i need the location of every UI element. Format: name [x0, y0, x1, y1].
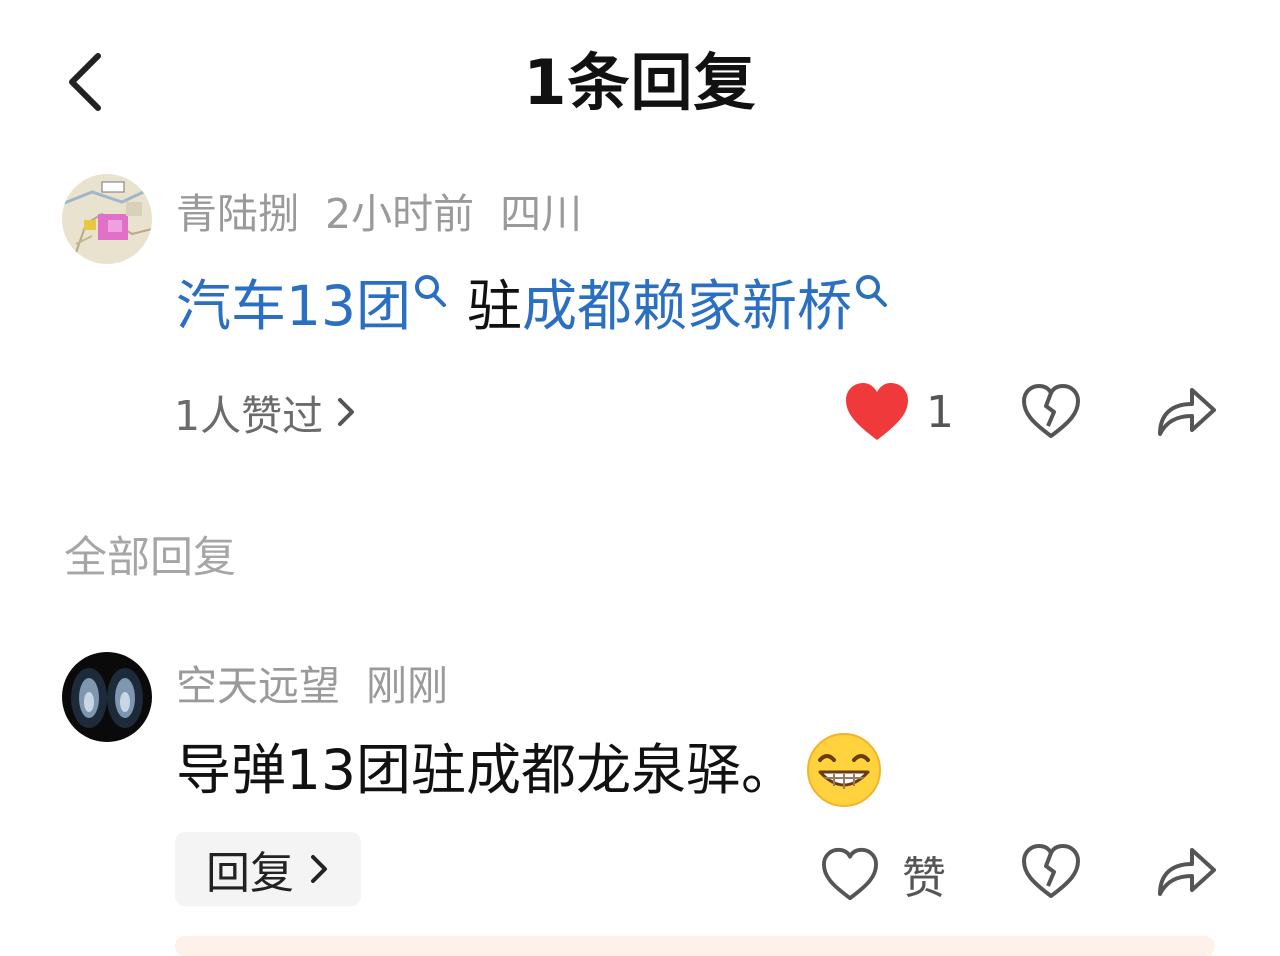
broken-heart-icon — [1022, 844, 1080, 898]
likes-summary-text: 1人赞过 — [174, 392, 324, 440]
dislike-button[interactable] — [1020, 382, 1082, 440]
reply-dislike-button[interactable] — [1020, 842, 1082, 900]
comment-username[interactable]: 青陆捌 — [176, 190, 299, 238]
like-count: 1 — [926, 386, 954, 438]
heart-outline-icon — [822, 847, 878, 901]
reply-share-button[interactable] — [1154, 842, 1218, 900]
reply-text-line: 导弹13团驻成都龙泉驿。 — [176, 730, 886, 810]
comment-text: 汽车13团 驻成都赖家新桥 — [176, 266, 890, 346]
reply-time: 刚刚 — [366, 662, 448, 710]
chevron-right-icon — [311, 855, 327, 883]
share-icon — [1158, 848, 1216, 896]
reply-avatar[interactable] — [62, 652, 152, 742]
share-button[interactable] — [1154, 382, 1218, 440]
reply-button[interactable]: 回复 — [175, 832, 361, 906]
chevron-right-icon — [338, 398, 355, 426]
reply-username[interactable]: 空天远望 — [176, 662, 340, 710]
search-icon — [856, 275, 888, 307]
reply-like-label: 赞 — [902, 853, 946, 904]
comment-meta: 青陆捌 2小时前 四川 — [176, 186, 608, 242]
heart-filled-icon — [846, 383, 908, 440]
reply-input-bar-edge — [175, 936, 1215, 956]
reply-like-button[interactable]: 赞 — [820, 842, 946, 906]
like-button[interactable]: 1 — [842, 380, 954, 444]
search-icon — [415, 275, 446, 307]
share-icon — [1158, 388, 1216, 436]
reply-meta: 空天远望 刚刚 — [176, 658, 474, 714]
comment-location: 四川 — [500, 190, 583, 238]
tunnel-avatar-image — [62, 652, 152, 742]
all-replies-label: 全部回复 — [64, 533, 236, 583]
likes-summary-link[interactable]: 1人赞过 — [174, 382, 357, 442]
map-avatar-image — [62, 174, 152, 264]
page-title: 1条回复 — [523, 46, 757, 119]
topic-link-2[interactable]: 成都赖家新桥 — [522, 274, 852, 338]
topic-link-1[interactable]: 汽车13团 — [176, 274, 411, 338]
reply-button-label: 回复 — [206, 848, 294, 899]
reply-text: 导弹13团驻成都龙泉驿。 — [176, 738, 796, 802]
comment-plain-text: 驻 — [467, 274, 523, 338]
comment-time: 2小时前 — [325, 190, 475, 238]
avatar[interactable] — [62, 174, 152, 264]
broken-heart-icon — [1022, 384, 1080, 438]
grin-emoji-icon — [807, 733, 881, 807]
